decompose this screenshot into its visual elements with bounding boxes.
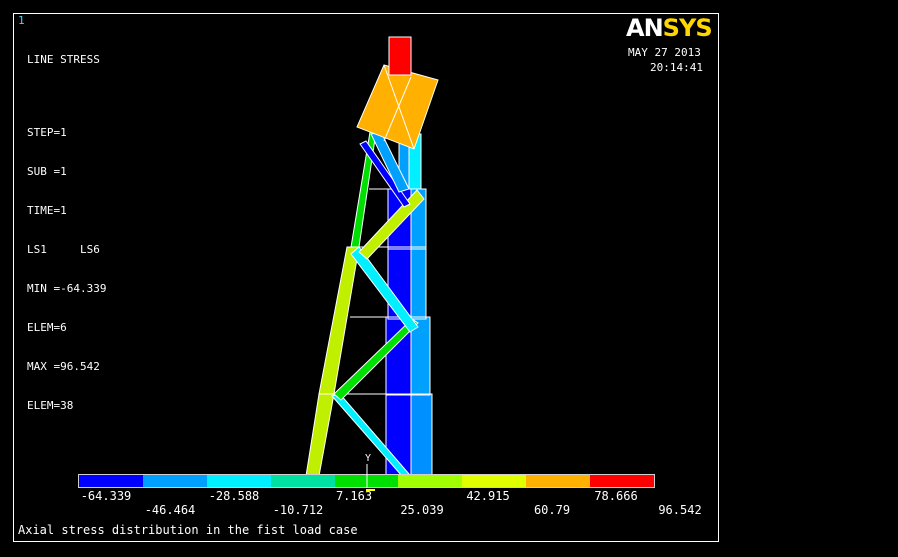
top-block — [388, 36, 412, 76]
legend-label: 96.542 — [658, 503, 702, 517]
legend-label: -64.339 — [80, 489, 132, 503]
legend-swatch-5 — [398, 475, 463, 487]
axis-y-label: Y — [365, 453, 371, 464]
legend-swatch-1 — [142, 475, 207, 487]
legend-label: -28.588 — [208, 489, 260, 503]
leg-segment — [318, 246, 360, 395]
legend-swatch-3 — [270, 475, 335, 487]
axis-triad: Y — [365, 453, 375, 491]
leg-segment — [305, 393, 335, 477]
plot-caption: Axial stress distribution in the fist lo… — [18, 523, 358, 537]
legend-swatch-7 — [526, 475, 591, 487]
column-segment — [410, 393, 433, 478]
graphics-window[interactable]: 1 LINE STRESS STEP=1 SUB =1 TIME=1 LS1 L… — [13, 13, 719, 542]
legend-label: 60.79 — [533, 503, 571, 517]
legend-swatch-6 — [462, 475, 527, 487]
legend-swatch-2 — [206, 475, 271, 487]
legend-swatch-0 — [79, 475, 143, 487]
legend-label: -46.464 — [144, 503, 196, 517]
legend-label: 25.039 — [400, 503, 444, 517]
legend-label: 42.915 — [466, 489, 510, 503]
legend-label: 78.666 — [594, 489, 638, 503]
column-segment — [410, 248, 427, 320]
legend-label: -10.712 — [272, 503, 324, 517]
legend-swatch-8 — [590, 475, 655, 487]
